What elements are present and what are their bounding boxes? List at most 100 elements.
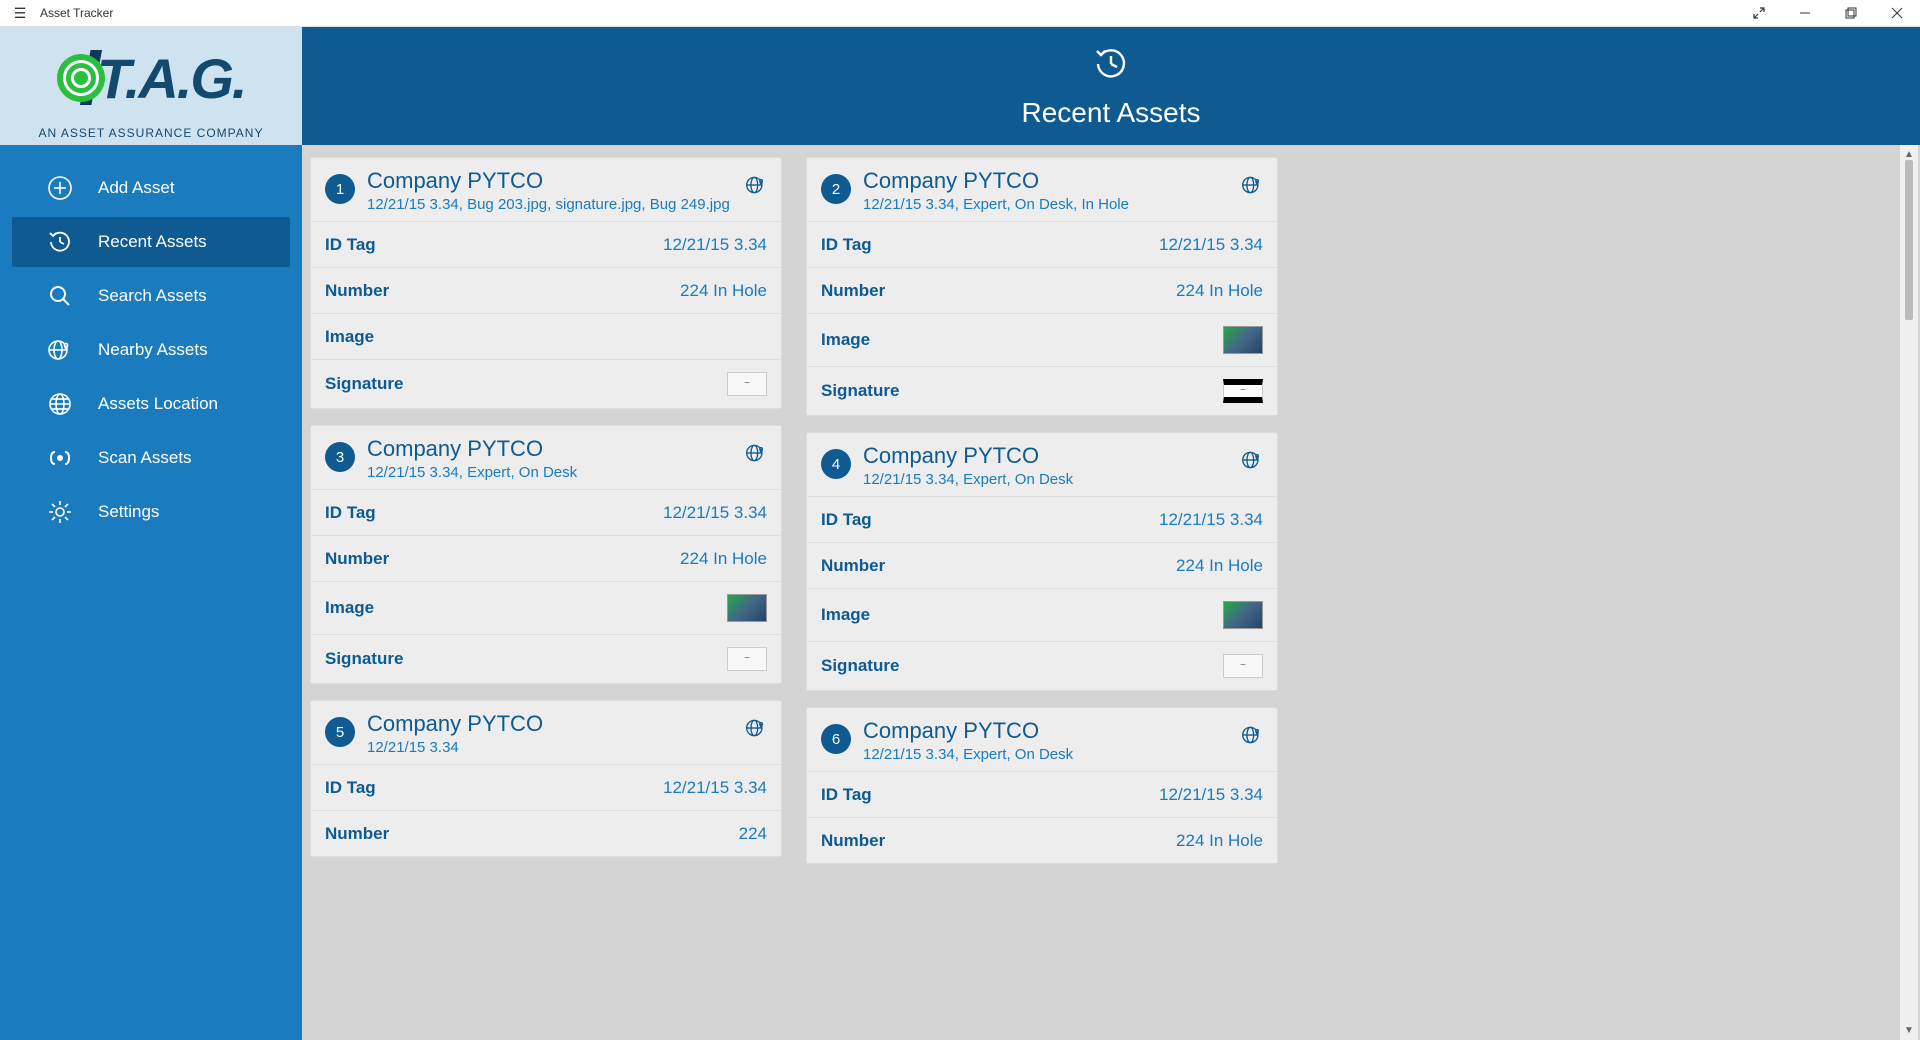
search-icon bbox=[46, 282, 74, 310]
nav-label: Settings bbox=[98, 502, 159, 522]
card-row-image: Image bbox=[311, 581, 781, 634]
card-row-number: Number224 In Hole bbox=[311, 535, 781, 581]
row-label: ID Tag bbox=[325, 235, 376, 255]
card-title: Company PYTCO bbox=[863, 718, 1229, 744]
logo-subtitle: AN ASSET ASSURANCE COMPANY bbox=[39, 126, 264, 140]
row-label: Image bbox=[821, 330, 870, 350]
row-label: ID Tag bbox=[325, 778, 376, 798]
nav-item-add-asset[interactable]: Add Asset bbox=[12, 163, 290, 213]
card-number-badge: 6 bbox=[821, 724, 851, 754]
row-label: Signature bbox=[325, 374, 403, 394]
asset-card[interactable]: 1 Company PYTCO 12/21/15 3.34, Bug 203.jpg… bbox=[310, 157, 782, 409]
scroll-down-icon[interactable]: ▼ bbox=[1904, 1025, 1914, 1036]
content: Recent Assets 1 Company PYTCO 12/21/15 3.3… bbox=[302, 27, 1920, 1040]
signature-thumbnail bbox=[727, 372, 767, 396]
card-number-badge: 1 bbox=[325, 174, 355, 204]
gear-icon bbox=[46, 498, 74, 526]
card-row-signature: Signature bbox=[311, 359, 781, 408]
card-row-id-tag: ID Tag12/21/15 3.34 bbox=[807, 221, 1277, 267]
row-value: 12/21/15 3.34 bbox=[1159, 235, 1263, 255]
row-label: Number bbox=[821, 281, 885, 301]
signature-thumbnail bbox=[727, 647, 767, 671]
card-title: Company PYTCO bbox=[367, 436, 733, 462]
row-value: 12/21/15 3.34 bbox=[663, 503, 767, 523]
card-row-image: Image bbox=[311, 313, 781, 359]
image-thumbnail bbox=[1223, 326, 1263, 354]
row-value: 12/21/15 3.34 bbox=[663, 235, 767, 255]
asset-card[interactable]: 6Company PYTCO12/21/15 3.34, Expert, On … bbox=[806, 707, 1278, 864]
row-label: Signature bbox=[821, 381, 899, 401]
row-label: Number bbox=[325, 281, 389, 301]
asset-card[interactable]: 3Company PYTCO12/21/15 3.34, Expert, On … bbox=[310, 425, 782, 684]
card-title: Company PYTCO bbox=[367, 168, 733, 194]
nav-item-settings[interactable]: Settings bbox=[12, 487, 290, 537]
row-value: 12/21/15 3.34 bbox=[1159, 785, 1263, 805]
asset-card[interactable]: 5Company PYTCO12/21/15 3.34 ID Tag 12/21/1… bbox=[310, 700, 782, 857]
nav-item-nearby-assets[interactable]: Nearby Assets bbox=[12, 325, 290, 375]
card-number-badge: 2 bbox=[821, 174, 851, 204]
nav-item-assets-location[interactable]: Assets Location bbox=[12, 379, 290, 429]
card-row-number: Number 224 In Hole bbox=[807, 267, 1277, 313]
card-header: 6Company PYTCO12/21/15 3.34, Expert, On … bbox=[807, 708, 1277, 771]
globe-pin-icon[interactable] bbox=[745, 717, 767, 744]
minimize-icon[interactable] bbox=[1782, 0, 1828, 27]
card-row-signature: Signature bbox=[311, 634, 781, 683]
expand-icon[interactable] bbox=[1736, 0, 1782, 27]
row-value: 224 In Hole bbox=[1176, 281, 1263, 301]
row-label: Signature bbox=[325, 649, 403, 669]
scroll-up-icon[interactable]: ▲ bbox=[1904, 149, 1914, 160]
row-value: 224 In Hole bbox=[1176, 556, 1263, 576]
nav-item-recent-assets[interactable]: Recent Assets bbox=[12, 217, 290, 267]
card-row-id-tag: ID Tag12/21/15 3.34 bbox=[807, 496, 1277, 542]
card-row-id-tag: ID Tag12/21/15 3.34 bbox=[311, 489, 781, 535]
row-label: Number bbox=[821, 556, 885, 576]
nav-label: Assets Location bbox=[98, 394, 218, 414]
globe-icon bbox=[46, 390, 74, 418]
card-subtitle: 12/21/15 3.34, Expert, On Desk, In Hole bbox=[863, 196, 1229, 213]
card-row-number: Number224 bbox=[311, 810, 781, 856]
asset-card[interactable]: 2Company PYTCO12/21/15 3.34, Expert, On … bbox=[806, 157, 1278, 416]
globe-pin-icon[interactable] bbox=[1241, 724, 1263, 751]
page-header: Recent Assets bbox=[302, 27, 1920, 145]
scrollbar[interactable]: ▲ ▼ bbox=[1900, 145, 1918, 1040]
row-label: Image bbox=[325, 327, 374, 347]
card-title: Company PYTCO bbox=[863, 443, 1229, 469]
globe-pin-icon[interactable] bbox=[745, 442, 767, 469]
titlebar: ☰ Asset Tracker bbox=[0, 0, 1920, 27]
nav-item-scan-assets[interactable]: Scan Assets bbox=[12, 433, 290, 483]
history-icon bbox=[46, 228, 74, 256]
scroll-thumb[interactable] bbox=[1905, 160, 1913, 320]
card-row-number: Number 224 In Hole bbox=[311, 267, 781, 313]
globe-pin-icon[interactable] bbox=[1241, 449, 1263, 476]
card-header: 1 Company PYTCO 12/21/15 3.34, Bug 203.jpg… bbox=[311, 158, 781, 221]
hamburger-icon[interactable]: ☰ bbox=[0, 5, 40, 22]
sidebar: I T.A.G. AN ASSET ASSURANCE COMPANY Add … bbox=[0, 27, 302, 1040]
card-header: 5Company PYTCO12/21/15 3.34 bbox=[311, 701, 781, 764]
globe-pin-icon[interactable] bbox=[745, 174, 767, 201]
asset-card[interactable]: 4Company PYTCO12/21/15 3.34, Expert, On … bbox=[806, 432, 1278, 691]
nav-label: Recent Assets bbox=[98, 232, 207, 252]
nav-label: Nearby Assets bbox=[98, 340, 208, 360]
card-subtitle: 12/21/15 3.34, Bug 203.jpg, signature.jp… bbox=[367, 196, 733, 213]
cards-area: 1 Company PYTCO 12/21/15 3.34, Bug 203.jpg… bbox=[302, 145, 1920, 1040]
maximize-icon[interactable] bbox=[1828, 0, 1874, 27]
globe-pin-icon[interactable] bbox=[1241, 174, 1263, 201]
row-value: 224 In Hole bbox=[680, 281, 767, 301]
nav-label: Add Asset bbox=[98, 178, 175, 198]
nav: Add Asset Recent Assets Search Assets Ne… bbox=[0, 145, 302, 541]
row-label: Number bbox=[325, 549, 389, 569]
logo-area: I T.A.G. AN ASSET ASSURANCE COMPANY bbox=[0, 27, 302, 145]
history-icon bbox=[1091, 44, 1131, 89]
row-label: Image bbox=[325, 598, 374, 618]
card-header: 2Company PYTCO12/21/15 3.34, Expert, On … bbox=[807, 158, 1277, 221]
nav-item-search-assets[interactable]: Search Assets bbox=[12, 271, 290, 321]
row-label: Number bbox=[325, 824, 389, 844]
nav-label: Search Assets bbox=[98, 286, 207, 306]
card-row-number: Number 224 In Hole bbox=[807, 542, 1277, 588]
plus-icon bbox=[46, 174, 74, 202]
card-subtitle: 12/21/15 3.34, Expert, On Desk bbox=[863, 471, 1229, 488]
row-value: 12/21/15 3.34 bbox=[1159, 510, 1263, 530]
row-label: Number bbox=[821, 831, 885, 851]
close-icon[interactable] bbox=[1874, 0, 1920, 27]
row-value: 12/21/15 3.34 bbox=[663, 778, 767, 798]
